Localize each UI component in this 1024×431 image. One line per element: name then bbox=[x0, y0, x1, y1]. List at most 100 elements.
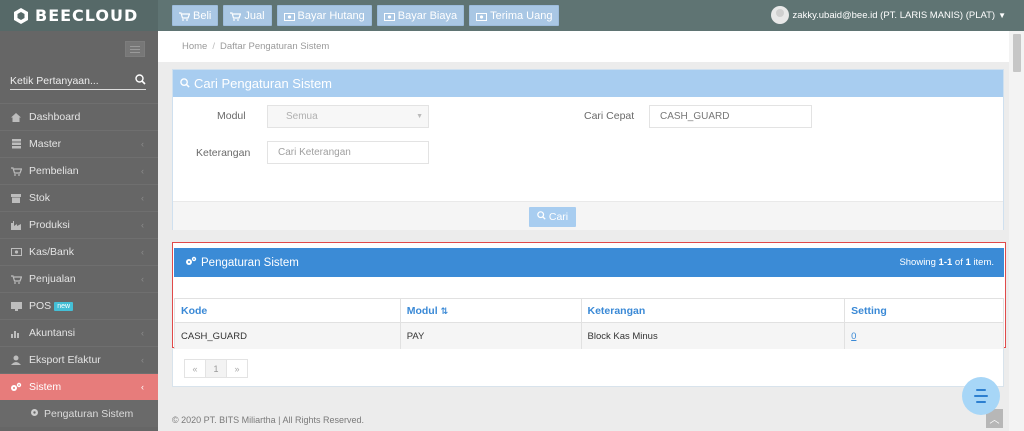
sidebar-item-penjualan[interactable]: Penjualan ‹ bbox=[0, 265, 158, 292]
result-summary: Showing 1-1 of 1 item. bbox=[899, 257, 994, 268]
scrollbar-thumb[interactable] bbox=[1013, 34, 1021, 72]
quick-bayar-hutang-button[interactable]: Bayar Hutang bbox=[276, 5, 372, 26]
column-header-keterangan[interactable]: Keterangan bbox=[580, 298, 846, 323]
cart-icon bbox=[10, 166, 22, 176]
sidebar-item-label: POS bbox=[29, 300, 52, 312]
cart-icon bbox=[230, 11, 242, 21]
summary-prefix: Showing bbox=[899, 257, 939, 268]
sidebar-item-dashboard[interactable]: Dashboard bbox=[0, 103, 158, 130]
user-icon bbox=[10, 355, 22, 365]
column-header-setting[interactable]: Setting bbox=[844, 298, 1004, 323]
column-header-kode[interactable]: Kode bbox=[174, 298, 401, 323]
settings-table: Kode Modul ⇅ Keterangan Setting CASH_GUAR… bbox=[174, 298, 1004, 350]
chevron-down-icon: ▼ bbox=[416, 113, 423, 120]
sidebar-item-pembelian[interactable]: Pembelian ‹ bbox=[0, 157, 158, 184]
sidebar-search-input[interactable]: Ketik Pertanyaan... bbox=[10, 72, 146, 90]
sidebar-item-produksi[interactable]: Produksi ‹ bbox=[0, 211, 158, 238]
summary-range: 1-1 bbox=[938, 257, 953, 268]
keterangan-placeholder: Cari Keterangan bbox=[278, 147, 351, 158]
sidebar-item-master[interactable]: Master ‹ bbox=[0, 130, 158, 157]
search-icon[interactable] bbox=[135, 73, 146, 88]
cari-cepat-label: Cari Cepat bbox=[584, 110, 635, 122]
money-icon bbox=[283, 12, 295, 21]
chevron-left-icon: ‹ bbox=[141, 274, 144, 284]
sidebar-item-kas-bank[interactable]: Kas/Bank ‹ bbox=[0, 238, 158, 265]
quick-jual-button[interactable]: Jual bbox=[223, 5, 272, 26]
column-header-modul[interactable]: Modul ⇅ bbox=[399, 298, 582, 323]
sidebar-subitem-pengaturan-sistem[interactable]: Pengaturan Sistem bbox=[0, 400, 158, 427]
cell-modul: PAY bbox=[399, 322, 582, 350]
brand-name: BEECLOUD bbox=[35, 6, 139, 25]
result-panel: Pengaturan Sistem Showing 1-1 of 1 item.… bbox=[172, 242, 1006, 350]
sidebar-item-akuntansi[interactable]: Akuntansi ‹ bbox=[0, 319, 158, 346]
factory-icon bbox=[10, 220, 22, 230]
cari-button-label: Cari bbox=[548, 211, 569, 223]
quick-terima-uang-label: Terima Uang bbox=[490, 9, 553, 22]
sidebar-item-label: Master bbox=[29, 138, 62, 150]
chevron-down-icon: ‹ bbox=[141, 382, 144, 392]
search-icon bbox=[180, 76, 190, 91]
cari-cepat-input[interactable]: CASH_GUARD bbox=[649, 105, 812, 128]
sort-icon: ⇅ bbox=[440, 305, 449, 316]
modul-select-value: Semua bbox=[286, 111, 318, 122]
breadcrumb-home-link[interactable]: Home bbox=[182, 41, 207, 52]
money-icon bbox=[10, 247, 22, 257]
brand-logo[interactable]: BEECLOUD bbox=[0, 0, 158, 31]
user-menu[interactable]: zakky.ubaid@bee.id (PT. LARIS MANIS) (PL… bbox=[770, 6, 1006, 24]
search-panel-header: Cari Pengaturan Sistem bbox=[173, 70, 1003, 97]
chevron-left-icon: ‹ bbox=[141, 166, 144, 176]
page-scrollbar[interactable] bbox=[1009, 31, 1024, 431]
menu-icon bbox=[974, 387, 988, 405]
money-icon bbox=[383, 12, 395, 21]
modul-select[interactable]: Semua ▼ bbox=[267, 105, 429, 128]
chat-fab-button[interactable] bbox=[962, 377, 1000, 415]
box-icon bbox=[10, 193, 22, 203]
sidebar-item-label: Dashboard bbox=[29, 111, 81, 123]
sidebar-item-stok[interactable]: Stok ‹ bbox=[0, 184, 158, 211]
setting-value-link[interactable]: 0 bbox=[851, 331, 856, 342]
modul-label: Modul bbox=[217, 110, 246, 122]
cell-kode: CASH_GUARD bbox=[174, 322, 401, 350]
monitor-icon bbox=[10, 301, 22, 311]
table-header-row: Kode Modul ⇅ Keterangan Setting bbox=[174, 298, 1004, 323]
sidebar-item-label: Pembelian bbox=[29, 165, 79, 177]
quick-nav: Beli Jual Bayar Hutang Bayar Biaya Terim… bbox=[172, 5, 560, 26]
pagination-page-button[interactable]: 1 bbox=[205, 359, 227, 378]
bar-chart-icon bbox=[10, 328, 22, 338]
keterangan-input[interactable]: Cari Keterangan bbox=[267, 141, 429, 164]
quick-bayar-biaya-button[interactable]: Bayar Biaya bbox=[376, 5, 465, 26]
sidebar-item-label: Produksi bbox=[29, 219, 70, 231]
chevron-up-icon: ︿ bbox=[989, 415, 1000, 426]
sidebar-item-pos[interactable]: POS new bbox=[0, 292, 158, 319]
new-badge: new bbox=[54, 301, 74, 311]
pagination-next-button[interactable]: » bbox=[226, 359, 248, 378]
chevron-left-icon: ‹ bbox=[141, 193, 144, 203]
chevron-left-icon: ‹ bbox=[141, 139, 144, 149]
sidebar-item-eksport-efaktur[interactable]: Eksport Efaktur ‹ bbox=[0, 346, 158, 373]
footer-copyright: © 2020 PT. BITS Miliartha | All Rights R… bbox=[172, 415, 365, 425]
chevron-left-icon: ‹ bbox=[141, 355, 144, 365]
column-header-label: Setting bbox=[851, 304, 887, 317]
quick-beli-label: Beli bbox=[193, 9, 212, 22]
sidebar-item-label: Stok bbox=[29, 192, 51, 204]
sidebar-toggle-button[interactable] bbox=[125, 41, 145, 57]
sidebar-item-label: Kas/Bank bbox=[29, 246, 74, 258]
pagination-area: « 1 » bbox=[172, 349, 1004, 387]
summary-mid: of bbox=[952, 257, 966, 268]
quick-terima-uang-button[interactable]: Terima Uang bbox=[469, 5, 560, 26]
pagination-prev-button[interactable]: « bbox=[184, 359, 206, 378]
summary-suffix: item. bbox=[970, 257, 994, 268]
cari-button[interactable]: Cari bbox=[529, 207, 576, 227]
search-panel-title: Cari Pengaturan Sistem bbox=[194, 76, 333, 91]
table-row: CASH_GUARD PAY Block Kas Minus 0 bbox=[174, 322, 1004, 350]
sidebar: Ketik Pertanyaan... Dashboard Master ‹ P… bbox=[0, 31, 158, 431]
result-panel-header: Pengaturan Sistem Showing 1-1 of 1 item. bbox=[174, 248, 1004, 277]
pagination: « 1 » bbox=[184, 359, 248, 378]
sidebar-item-label: Eksport Efaktur bbox=[29, 354, 101, 366]
result-panel-title: Pengaturan Sistem bbox=[201, 256, 299, 269]
cell-setting: 0 bbox=[844, 322, 1004, 350]
database-icon bbox=[10, 139, 22, 149]
quick-beli-button[interactable]: Beli bbox=[172, 5, 219, 26]
cell-keterangan: Block Kas Minus bbox=[580, 322, 846, 350]
sidebar-item-sistem[interactable]: Sistem ‹ bbox=[0, 373, 158, 400]
